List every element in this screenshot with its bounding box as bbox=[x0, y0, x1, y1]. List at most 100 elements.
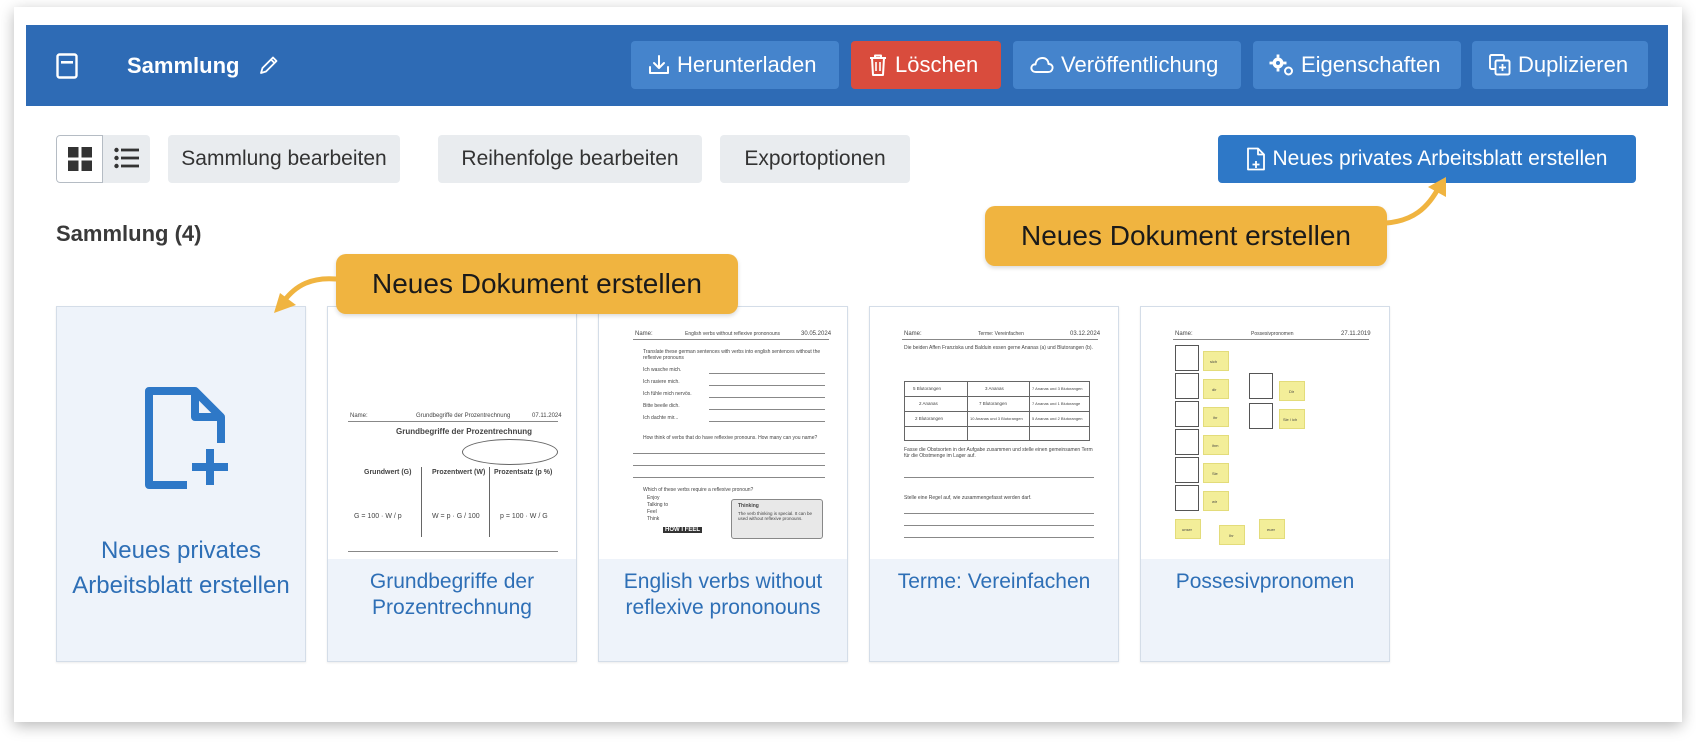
app: Sammlung Herunterladen Löschen Veröffent… bbox=[26, 25, 1668, 715]
sticky-note: Ihr bbox=[1219, 525, 1245, 545]
thumb-question: Stelle eine Regel auf, wie zusammengefas… bbox=[904, 495, 1032, 501]
thumb-answer-line bbox=[633, 453, 825, 454]
card-label: English verbs without reflexive prononou… bbox=[623, 570, 823, 619]
sticky-note: wir bbox=[1203, 491, 1229, 511]
worksheet-card[interactable]: Name: English verbs without reflexive pr… bbox=[598, 306, 848, 662]
pencil-icon[interactable] bbox=[258, 54, 280, 76]
thumb-row: Ich wasche mich. bbox=[643, 367, 682, 373]
sticky-text: Ihr bbox=[1229, 533, 1234, 538]
sticky-note: ihr bbox=[1203, 407, 1229, 427]
thumb-name: Name: bbox=[635, 331, 653, 337]
thumb-thinking-box: Thinking The verb thinking is special. I… bbox=[731, 499, 823, 539]
thumb-rule bbox=[1173, 339, 1369, 340]
thumb-row: Ich fühle mich nervös. bbox=[643, 391, 692, 397]
thumb-answer-line bbox=[633, 465, 825, 466]
thumb-question: Translate these german sentences with ve… bbox=[643, 349, 821, 361]
worksheet-card[interactable]: Name: Grundbegriffe der Prozentrechnung … bbox=[327, 306, 577, 662]
list-view-button[interactable] bbox=[103, 135, 150, 183]
thumb-answer-line bbox=[709, 385, 825, 386]
thumb-answer-line bbox=[904, 477, 1094, 478]
worksheet-card[interactable]: Name: Possesivpronomen 27.11.2019 sich d… bbox=[1140, 306, 1390, 662]
thumb-col3: Prozentsatz (p %) bbox=[494, 469, 553, 476]
thumb-row: Bitte beeile dich. bbox=[643, 403, 680, 409]
worksheet-card[interactable]: Name: Terme: Vereinfachen 03.12.2024 Die… bbox=[869, 306, 1119, 662]
thumb-figure bbox=[1175, 373, 1199, 399]
delete-label: Löschen bbox=[895, 52, 979, 77]
download-icon bbox=[649, 55, 669, 74]
thumb-formula: p = 100 · W / G bbox=[500, 513, 548, 520]
delete-button[interactable]: Löschen bbox=[851, 41, 1001, 89]
arrow-icon bbox=[274, 276, 339, 313]
thumb-cell: 5 Blutorangen bbox=[913, 386, 942, 391]
sticky-note: ihm bbox=[1203, 435, 1229, 455]
duplicate-button[interactable]: Duplizieren bbox=[1472, 41, 1648, 89]
thumb-figure bbox=[1175, 345, 1199, 371]
sticky-text: Dir bbox=[1289, 389, 1295, 394]
duplicate-label: Duplizieren bbox=[1518, 52, 1629, 77]
callout-new-document: Neues Dokument erstellen bbox=[985, 206, 1387, 266]
thumb-rule bbox=[633, 339, 829, 340]
thumb-thinking-title: Thinking bbox=[738, 503, 759, 509]
thumb-answer-line bbox=[709, 421, 825, 422]
sticky-note: Sie bbox=[1203, 463, 1229, 483]
sticky-text: sich bbox=[1210, 359, 1218, 364]
worksheet-thumbnail: Name: Possesivpronomen 27.11.2019 sich d… bbox=[1141, 307, 1389, 559]
grid-view-button[interactable] bbox=[56, 135, 103, 183]
new-worksheet-card[interactable]: Neues privates Arbeitsblatt erstellen bbox=[56, 306, 306, 662]
thumb-table: 5 Blutorangen 3 Ananas 7 Ananas und 3 Bl… bbox=[904, 381, 1090, 441]
properties-label: Eigenschaften bbox=[1301, 52, 1441, 77]
thumb-header: English verbs without reflexive prononou… bbox=[685, 331, 781, 337]
thumb-answer-line bbox=[904, 513, 1094, 514]
arrow-icon bbox=[1383, 177, 1446, 226]
thumb-col1: Grundwert (G) bbox=[364, 469, 412, 476]
thumb-col2: Prozentwert (W) bbox=[432, 469, 486, 476]
thumb-figure bbox=[1175, 401, 1199, 427]
view-toggle bbox=[56, 135, 150, 183]
publish-label: Veröffentlichung bbox=[1061, 52, 1219, 77]
thumb-formula: G = 100 · W / p bbox=[354, 513, 402, 520]
thumb-header: Possesivpronomen bbox=[1251, 331, 1294, 337]
thumb-header: Terme: Vereinfachen bbox=[978, 331, 1024, 337]
callout-new-document: Neues Dokument erstellen bbox=[336, 254, 738, 314]
sticky-note: unser bbox=[1175, 519, 1201, 539]
edit-order-button[interactable]: Reihenfolge bearbeiten bbox=[438, 135, 702, 183]
download-button[interactable]: Herunterladen bbox=[631, 41, 839, 89]
top-bar: Sammlung Herunterladen Löschen Veröffent… bbox=[26, 25, 1668, 106]
worksheet-thumbnail: Name: Terme: Vereinfachen 03.12.2024 Die… bbox=[870, 307, 1118, 559]
duplicate-icon bbox=[1489, 54, 1511, 76]
thumb-cell: 2 Blutorangen bbox=[915, 416, 944, 421]
sticky-note: dir bbox=[1203, 379, 1229, 399]
list-icon bbox=[114, 147, 139, 169]
thumb-question: How think of verbs that do have reflexiv… bbox=[643, 435, 818, 441]
thumb-cell: 7 Ananas und 1 Blutorange bbox=[1032, 401, 1081, 406]
thumb-question: Fasse die Obstsorten in der Aufgabe zusa… bbox=[904, 447, 1093, 459]
thumb-question: Which of these verbs require a reflexive… bbox=[643, 487, 754, 493]
thumb-row: Ich dachte mir... bbox=[643, 415, 679, 421]
thumb-formula: W = p · G / 100 bbox=[432, 513, 480, 520]
sticky-note: euer bbox=[1259, 519, 1285, 539]
thumb-cell: 3 Ananas bbox=[985, 386, 1004, 391]
download-label: Herunterladen bbox=[677, 52, 817, 77]
thumb-rule bbox=[348, 551, 558, 552]
trash-icon bbox=[870, 54, 886, 76]
properties-button[interactable]: Eigenschaften bbox=[1253, 41, 1461, 89]
thumb-figure bbox=[1175, 429, 1199, 455]
thumb-divider bbox=[421, 467, 422, 537]
worksheet-thumbnail: Name: English verbs without reflexive pr… bbox=[599, 307, 847, 559]
thumb-header: Grundbegriffe der Prozentrechnung bbox=[416, 413, 511, 419]
thumb-name: Name: bbox=[1175, 331, 1193, 337]
export-options-button[interactable]: Exportoptionen bbox=[720, 135, 910, 183]
thumb-cell: 7 Blutorangen bbox=[979, 401, 1008, 406]
edit-collection-button[interactable]: Sammlung bearbeiten bbox=[168, 135, 400, 183]
sticky-text: ihr bbox=[1213, 415, 1218, 420]
sticky-text: Sie bbox=[1212, 471, 1218, 476]
section-title: Sammlung (4) bbox=[56, 221, 202, 246]
thumb-date: 07.11.2024 bbox=[532, 413, 562, 419]
card-label: Grundbegriffe der Prozentrechnung bbox=[369, 570, 535, 619]
thumb-option: Think bbox=[647, 516, 660, 522]
publish-button[interactable]: Veröffentlichung bbox=[1013, 41, 1241, 89]
thumb-heading: Grundbegriffe der Prozentrechnung bbox=[396, 427, 533, 436]
thumb-date: 03.12.2024 bbox=[1070, 331, 1101, 337]
new-file-icon bbox=[1247, 147, 1266, 171]
thumb-cell: 5 Ananas und 2 Blutorangen bbox=[1032, 416, 1083, 421]
